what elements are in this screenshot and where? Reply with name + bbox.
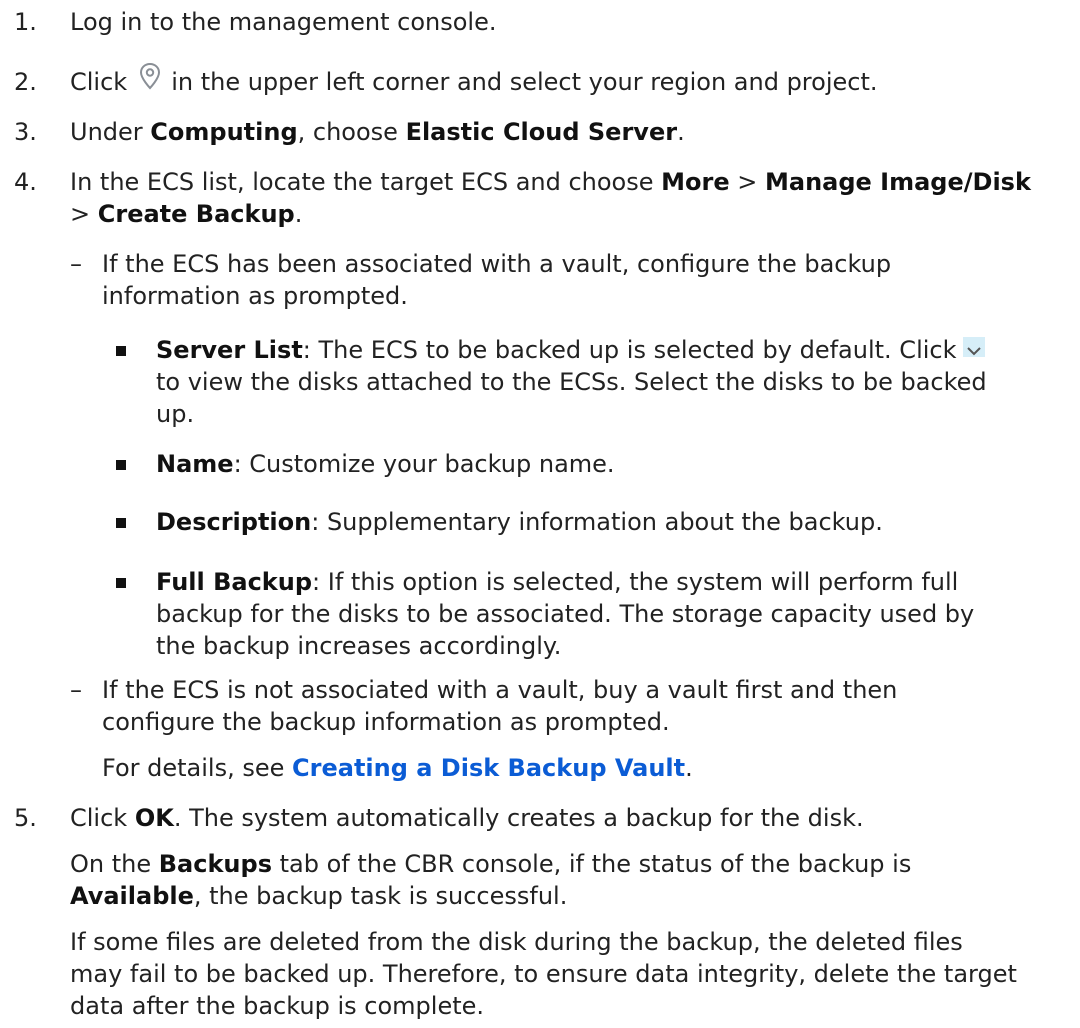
after-5-p1-line-2: Available, the backup task is successful…: [70, 880, 567, 912]
creating-disk-backup-vault-link[interactable]: Creating a Disk Backup Vault: [292, 754, 685, 782]
not-associated-line-2: configure the backup information as prom…: [102, 708, 670, 736]
step-2-before: Click: [70, 68, 128, 96]
server-list-line-3: up.: [156, 400, 195, 428]
after-5-p1-line-1: On the Backups tab of the CBR console, i…: [70, 848, 911, 880]
associated-line-2: information as prompted.: [102, 282, 408, 310]
server-list-term: Server List: [156, 336, 303, 364]
dash-marker: –: [70, 676, 82, 704]
description-bullet: Description: Supplementary information a…: [156, 506, 883, 538]
text-run: : Customize your backup name.: [233, 450, 615, 478]
bullet-square: [116, 460, 126, 470]
text-run: Click: [70, 804, 135, 832]
full-backup-term: Full Backup: [156, 568, 313, 596]
description-term: Description: [156, 508, 312, 536]
available-term: Available: [70, 882, 194, 910]
step-3-text: Under Computing, choose Elastic Cloud Se…: [70, 116, 685, 148]
text-run: For details, see: [102, 754, 293, 782]
not-associated-line-1: If the ECS is not associated with a vaul…: [102, 676, 898, 704]
backups-term: Backups: [158, 850, 272, 878]
text-run: : Supplementary information about the ba…: [311, 508, 883, 536]
step-4-line-2: > Create Backup.: [70, 198, 302, 230]
step-number: 5.: [14, 804, 37, 832]
after-5-p2-line-3: data after the backup is complete.: [70, 992, 485, 1020]
chevron-down-icon: [962, 337, 985, 357]
dash-marker: –: [70, 250, 82, 278]
text-run: . The system automatically creates a bac…: [173, 804, 864, 832]
step-5-text: Click OK. The system automatically creat…: [70, 802, 864, 834]
create-backup-term: Create Backup: [97, 200, 295, 228]
ok-term: OK: [134, 804, 174, 832]
after-5-p2-line-1: If some files are deleted from the disk …: [70, 928, 963, 956]
elastic-cloud-server-term: Elastic Cloud Server: [405, 118, 678, 146]
associated-line-1: If the ECS has been associated with a va…: [102, 250, 892, 278]
text-run: .: [294, 200, 303, 228]
text-run: : If this option is selected, the system…: [312, 568, 959, 596]
step-4-line-1: In the ECS list, locate the target ECS a…: [70, 166, 1031, 198]
step-2-text: Click in the upper left corner and select…: [70, 62, 878, 98]
after-5-p2-line-2: may fail to be backed up. Therefore, to …: [70, 960, 1017, 988]
step-number: 2.: [14, 68, 37, 96]
document-body: 1. Log in to the management console. 2. …: [0, 0, 1080, 1028]
step-number: 3.: [14, 118, 37, 146]
bullet-square: [116, 518, 126, 528]
server-list-line-2: to view the disks attached to the ECSs. …: [156, 368, 987, 396]
text-run: >: [70, 200, 98, 228]
text-run: , choose: [297, 118, 406, 146]
text-run: : The ECS to be backed up is selected by…: [302, 336, 957, 364]
location-pin-icon: [137, 62, 163, 92]
full-backup-line-3: the backup increases accordingly.: [156, 632, 562, 660]
text-run: tab of the CBR console, if the status of…: [271, 850, 912, 878]
text-run: , the backup task is successful.: [193, 882, 568, 910]
computing-term: Computing: [150, 118, 298, 146]
more-term: More: [661, 168, 730, 196]
text-run: .: [685, 754, 693, 782]
name-term: Name: [156, 450, 234, 478]
text-run: .: [677, 118, 685, 146]
manage-image-disk-term: Manage Image/Disk: [765, 168, 1031, 196]
step-number: 1.: [14, 8, 37, 36]
details-line: For details, see Creating a Disk Backup …: [102, 752, 693, 784]
full-backup-line-2: backup for the disks to be associated. T…: [156, 600, 975, 628]
text-run: Under: [70, 118, 151, 146]
step-2-after: in the upper left corner and select your…: [171, 68, 878, 96]
text-run: On the: [70, 850, 159, 878]
text-run: >: [729, 168, 765, 196]
server-list-line-1: Server List: The ECS to be backed up is …: [156, 334, 985, 366]
step-number: 4.: [14, 168, 37, 196]
bullet-square: [116, 578, 126, 588]
bullet-square: [116, 346, 126, 356]
text-run: In the ECS list, locate the target ECS a…: [70, 168, 662, 196]
name-bullet: Name: Customize your backup name.: [156, 448, 615, 480]
step-1-text: Log in to the management console.: [70, 8, 497, 36]
full-backup-line-1: Full Backup: If this option is selected,…: [156, 566, 958, 598]
